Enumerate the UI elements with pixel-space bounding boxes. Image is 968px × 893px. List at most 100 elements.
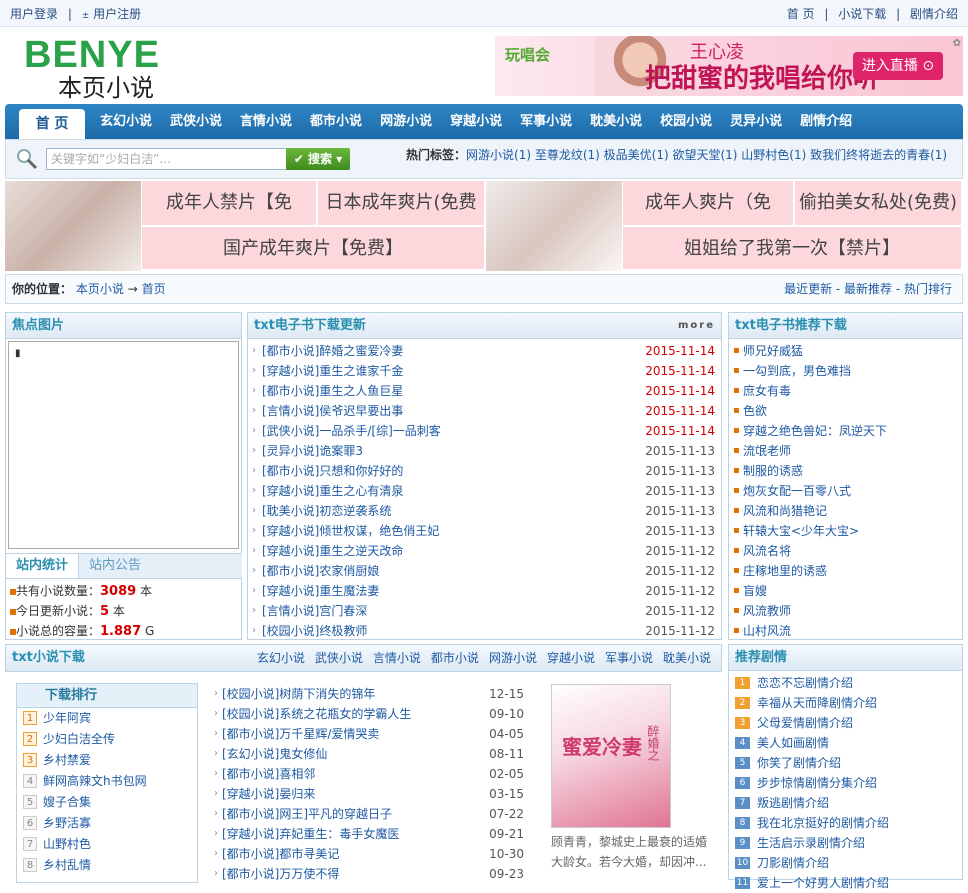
category-link[interactable]: 穿越小说 xyxy=(547,651,595,665)
update-row[interactable]: › [都市小说]只想和你好好的 2015-11-13 xyxy=(248,461,721,481)
ad-link[interactable]: 偷拍美女私处(免费) xyxy=(795,181,963,227)
download-row[interactable]: › [都市小说]万千星辉/爱情哭卖 04-05 xyxy=(210,724,530,744)
recommend-row[interactable]: ▪ 师兄好威猛 xyxy=(729,341,962,361)
update-row[interactable]: › [穿越小说]重生之谁家千金 2015-11-14 xyxy=(248,361,721,381)
recommend-title[interactable]: 庶女有毒 xyxy=(743,384,791,398)
update-row[interactable]: › [校园小说]终极教师 2015-11-12 xyxy=(248,621,721,641)
update-title[interactable]: [都市小说]农家俏厨娘 xyxy=(262,564,379,578)
download-title[interactable]: [穿越小说]弃妃重生：毒手女魔医 xyxy=(222,827,399,841)
site-logo[interactable]: BENYE 本页小说 xyxy=(24,36,210,104)
plot-row[interactable]: 7 叛逃剧情介绍 xyxy=(729,793,962,813)
rank-title[interactable]: 山野村色 xyxy=(43,837,91,851)
nav-item[interactable]: 武侠小说 xyxy=(161,104,231,139)
rank-title[interactable]: 乡村乱情 xyxy=(43,858,91,872)
update-row[interactable]: › [武侠小说]一品杀手/[综]一品刺客 2015-11-14 xyxy=(248,421,721,441)
rank-row[interactable]: 7 山野村色 xyxy=(17,834,197,855)
update-title[interactable]: [都市小说]醉婚之蜜爱冷妻 xyxy=(262,344,403,358)
recommend-title[interactable]: 流氓老师 xyxy=(743,444,791,458)
update-title[interactable]: [耽美小说]初恋逆袭系统 xyxy=(262,504,391,518)
crumb-page[interactable]: 首页 xyxy=(142,282,166,296)
nav-item[interactable]: 灵异小说 xyxy=(721,104,791,139)
plot-row[interactable]: 2 幸福从天而降剧情介绍 xyxy=(729,693,962,713)
update-title[interactable]: [穿越小说]重生之逆天改命 xyxy=(262,544,403,558)
recommend-row[interactable]: ▪ 流氓老师 xyxy=(729,441,962,461)
rank-title[interactable]: 鲜网高辣文h书包网 xyxy=(43,774,147,788)
plot-row[interactable]: 4 美人如画剧情 xyxy=(729,733,962,753)
live-button[interactable]: 进入直播 ⊙ xyxy=(853,52,943,80)
plot-row[interactable]: 6 步步惊情剧情分集介绍 xyxy=(729,773,962,793)
top-link-plot[interactable]: 剧情介绍 xyxy=(910,7,958,21)
download-row[interactable]: › [穿越小说]弃妃重生：毒手女魔医 09-21 xyxy=(210,824,530,844)
rank-title[interactable]: 乡村禁爱 xyxy=(43,753,91,767)
rank-row[interactable]: 2 少妇白洁全传 xyxy=(17,729,197,750)
update-title[interactable]: [武侠小说]一品杀手/[综]一品刺客 xyxy=(262,424,441,438)
category-link[interactable]: 武侠小说 xyxy=(315,651,363,665)
ad-link[interactable]: 国产成年爽片【免费】 xyxy=(142,227,486,271)
recommend-row[interactable]: ▪ 风流名将 xyxy=(729,541,962,561)
recommend-row[interactable]: ▪ 轩辕大宝<少年大宝> xyxy=(729,521,962,541)
ad-photo-right[interactable] xyxy=(486,181,622,271)
recommend-title[interactable]: 风流和尚猎艳记 xyxy=(743,504,827,518)
plot-title[interactable]: 幸福从天而降剧情介绍 xyxy=(757,696,877,710)
plot-row[interactable]: 10 刀影剧情介绍 xyxy=(729,853,962,873)
plot-title[interactable]: 恋恋不忘剧情介绍 xyxy=(757,676,853,690)
download-title[interactable]: [都市小说]万千星辉/爱情哭卖 xyxy=(222,727,379,741)
rank-row[interactable]: 3 乡村禁爱 xyxy=(17,750,197,771)
recommend-row[interactable]: ▪ 庶女有毒 xyxy=(729,381,962,401)
download-title[interactable]: [校园小说]树荫下消失的锦年 xyxy=(222,687,375,701)
update-row[interactable]: › [穿越小说]重生魔法妻 2015-11-12 xyxy=(248,581,721,601)
ad-photo-left[interactable] xyxy=(5,181,141,271)
rank-title[interactable]: 乡野活寡 xyxy=(43,816,91,830)
rank-row[interactable]: 4 鲜网高辣文h书包网 xyxy=(17,771,197,792)
plot-row[interactable]: 3 父母爱情剧情介绍 xyxy=(729,713,962,733)
recommend-row[interactable]: ▪ 炮灰女配一百零八式 xyxy=(729,481,962,501)
update-row[interactable]: › [穿越小说]重生之逆天改命 2015-11-12 xyxy=(248,541,721,561)
update-row[interactable]: › [都市小说]农家俏厨娘 2015-11-12 xyxy=(248,561,721,581)
nav-home[interactable]: 首 页 xyxy=(19,109,85,139)
category-link[interactable]: 玄幻小说 xyxy=(257,651,305,665)
login-link[interactable]: 用户登录 xyxy=(10,7,58,21)
recommend-row[interactable]: ▪ 色欲 xyxy=(729,401,962,421)
nav-item[interactable]: 校园小说 xyxy=(651,104,721,139)
download-row[interactable]: › [穿越小说]晏归来 03-15 xyxy=(210,784,530,804)
recommend-title[interactable]: 山村风流 xyxy=(743,624,791,638)
nav-item[interactable]: 网游小说 xyxy=(371,104,441,139)
rank-row[interactable]: 5 嫂子合集 xyxy=(17,792,197,813)
update-row[interactable]: › [穿越小说]重生之心有清泉 2015-11-13 xyxy=(248,481,721,501)
crumb-right-links[interactable]: 最近更新 - 最新推荐 - 热门排行 xyxy=(784,275,952,303)
recommend-title[interactable]: 风流教师 xyxy=(743,604,791,618)
category-link[interactable]: 都市小说 xyxy=(431,651,479,665)
update-title[interactable]: [都市小说]只想和你好好的 xyxy=(262,464,403,478)
update-row[interactable]: › [言情小说]宫门春深 2015-11-12 xyxy=(248,601,721,621)
plot-title[interactable]: 步步惊情剧情分集介绍 xyxy=(757,776,877,790)
recommend-row[interactable]: ▪ 风流和尚猎艳记 xyxy=(729,501,962,521)
plot-row[interactable]: 9 生活启示录剧情介绍 xyxy=(729,833,962,853)
plot-row[interactable]: 8 我在北京挺好的剧情介绍 xyxy=(729,813,962,833)
plot-title[interactable]: 我在北京挺好的剧情介绍 xyxy=(757,816,889,830)
book-cover[interactable]: 蜜爱冷妻 醉婚之 xyxy=(551,684,671,828)
download-title[interactable]: [都市小说]万万使不得 xyxy=(222,867,339,881)
plot-title[interactable]: 刀影剧情介绍 xyxy=(757,856,829,870)
update-row[interactable]: › [灵异小说]诡案罪3 2015-11-13 xyxy=(248,441,721,461)
nav-item[interactable]: 穿越小说 xyxy=(441,104,511,139)
download-title[interactable]: [玄幻小说]鬼女修仙 xyxy=(222,747,327,761)
recommend-title[interactable]: 制服的诱惑 xyxy=(743,464,803,478)
recommend-title[interactable]: 色欲 xyxy=(743,404,767,418)
ad-banner[interactable]: 玩唱会 王心凌 把甜蜜的我唱给你听 进入直播 ⊙ ✿ xyxy=(495,36,963,96)
update-title[interactable]: [穿越小说]倾世权谋，绝色俏王妃 xyxy=(262,524,439,538)
recommend-title[interactable]: 风流名将 xyxy=(743,544,791,558)
rank-row[interactable]: 6 乡野活寡 xyxy=(17,813,197,834)
plot-row[interactable]: 11 爱上一个好男人剧情介绍 xyxy=(729,873,962,893)
update-title[interactable]: [都市小说]重生之人鱼巨星 xyxy=(262,384,403,398)
recommend-row[interactable]: ▪ 盲嫂 xyxy=(729,581,962,601)
update-title[interactable]: [言情小说]宫门春深 xyxy=(262,604,367,618)
recommend-row[interactable]: ▪ 一勾到底，男色难挡 xyxy=(729,361,962,381)
download-row[interactable]: › [都市小说]网王]平凡的穿越日子 07-22 xyxy=(210,804,530,824)
recommend-row[interactable]: ▪ 制服的诱惑 xyxy=(729,461,962,481)
ad-close-icon[interactable]: ✿ xyxy=(953,38,961,49)
download-row[interactable]: › [校园小说]树荫下消失的锦年 12-15 xyxy=(210,684,530,704)
rank-title[interactable]: 少妇白洁全传 xyxy=(43,732,115,746)
rank-row[interactable]: 1 少年阿宾 xyxy=(17,708,197,729)
nav-item[interactable]: 剧情介绍 xyxy=(791,104,861,139)
plot-title[interactable]: 你笑了剧情介绍 xyxy=(757,756,841,770)
